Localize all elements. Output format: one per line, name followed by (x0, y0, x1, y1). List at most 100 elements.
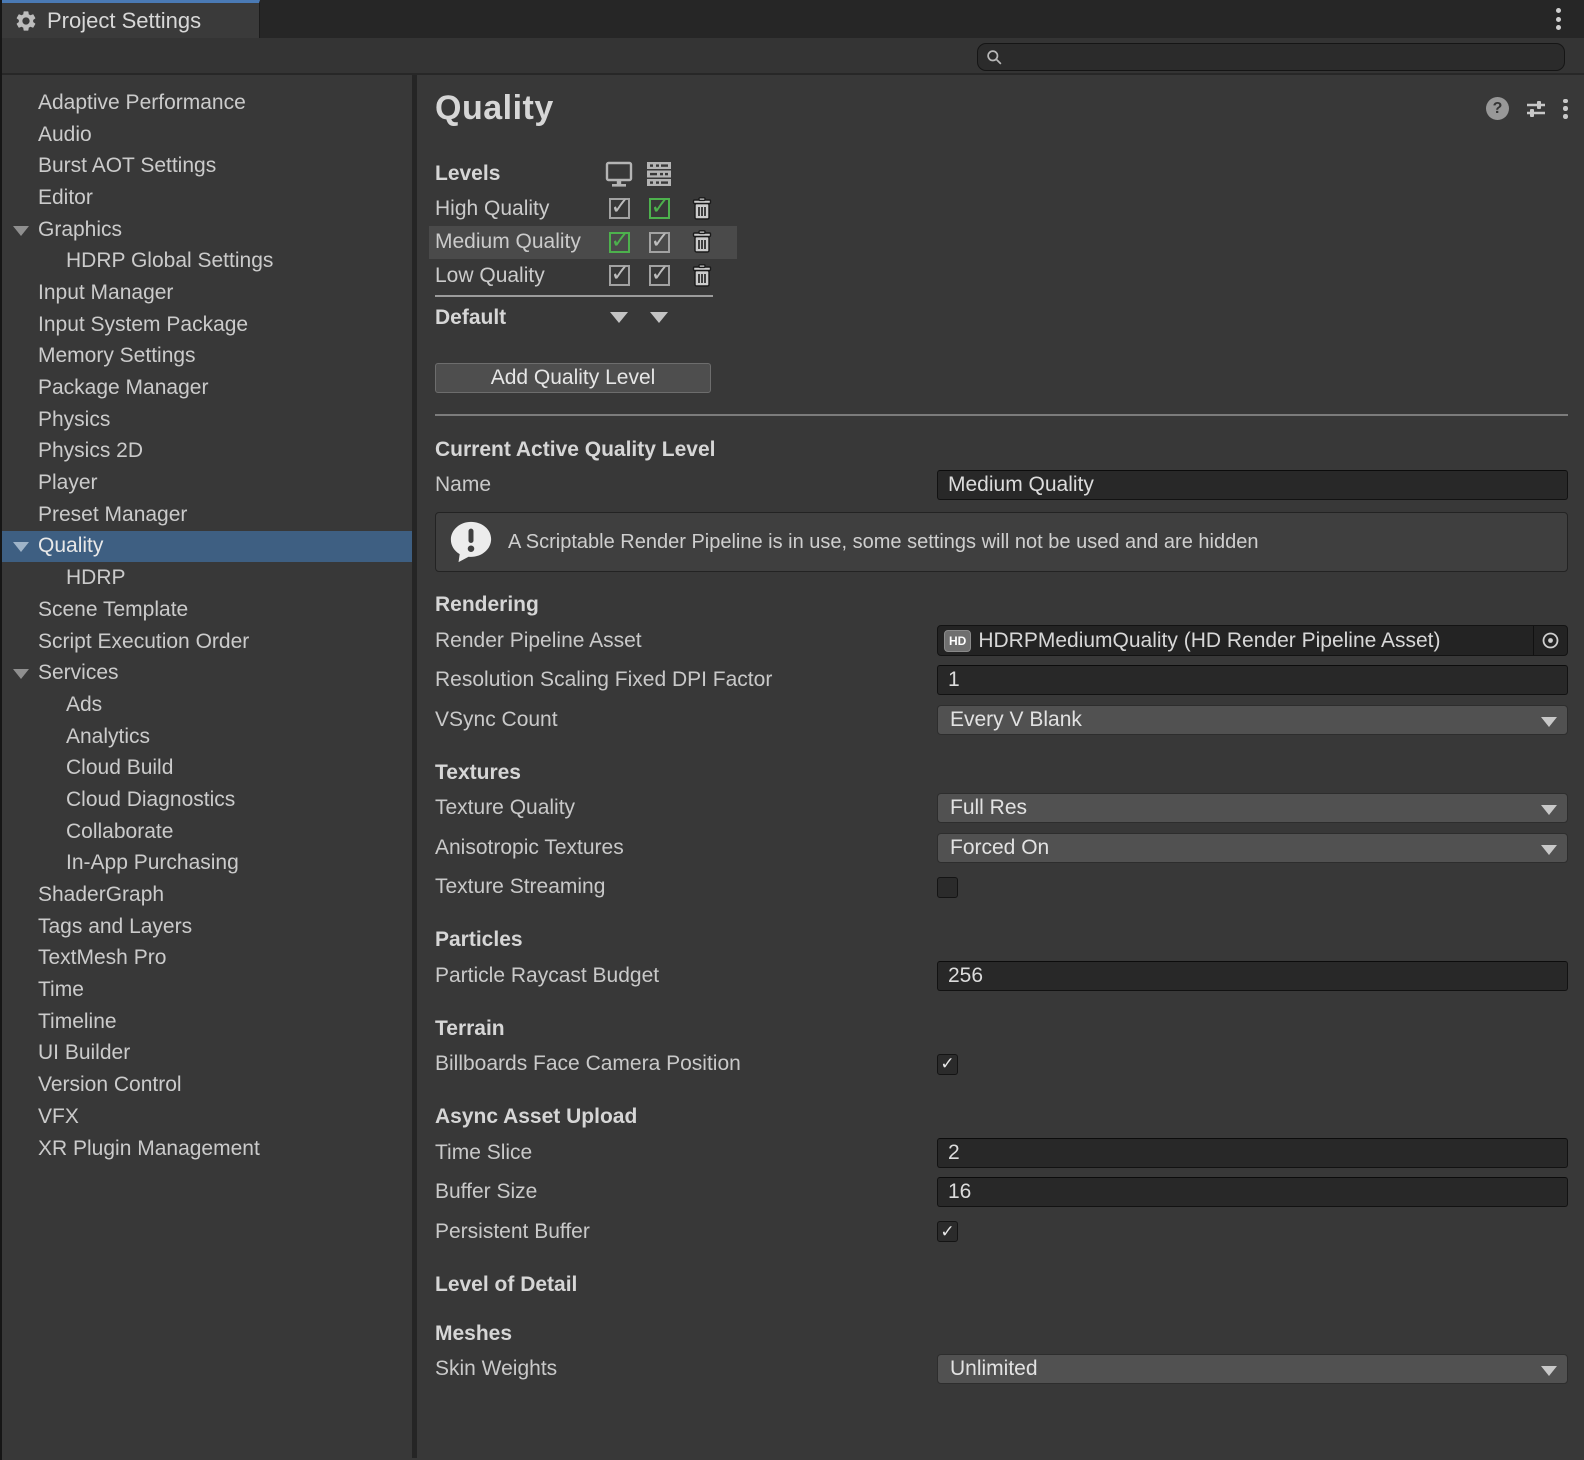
add-quality-level-button[interactable]: Add Quality Level (435, 363, 711, 393)
billboards-face-camera-position-checkbox[interactable] (937, 1054, 958, 1075)
foldout-icon[interactable] (13, 226, 29, 236)
chevron-down-icon[interactable] (610, 312, 628, 323)
sidebar-item-adaptive-performance[interactable]: Adaptive Performance (2, 87, 412, 119)
render-pipeline-asset-object-field[interactable]: HD HDRPMediumQuality (HD Render Pipeline … (937, 625, 1568, 656)
field-label: Particle Raycast Budget (435, 964, 937, 988)
platform-default-checkbox[interactable] (609, 265, 630, 286)
resolution-scaling-fixed-dpi-factor-field[interactable] (937, 665, 1568, 695)
sidebar-item-label: Burst AOT Settings (38, 154, 216, 178)
sidebar-item-analytics[interactable]: Analytics (2, 721, 412, 753)
page-title: Quality (435, 89, 1486, 128)
sidebar-item-physics[interactable]: Physics (2, 404, 412, 436)
foldout-icon[interactable] (13, 669, 29, 679)
warning-bubble-icon (448, 519, 494, 565)
sidebar-item-audio[interactable]: Audio (2, 119, 412, 151)
persistent-buffer-checkbox[interactable] (937, 1221, 958, 1242)
tab-project-settings[interactable]: Project Settings (2, 0, 260, 38)
buffer-size-field[interactable] (937, 1177, 1568, 1207)
setting-row-particle-raycast-budget: Particle Raycast Budget (435, 956, 1568, 996)
sidebar-item-hdrp[interactable]: HDRP (2, 562, 412, 594)
sidebar-item-physics-2d[interactable]: Physics 2D (2, 436, 412, 468)
sidebar-item-collaborate[interactable]: Collaborate (2, 816, 412, 848)
sidebar-item-label: Collaborate (66, 820, 173, 844)
texture-quality-dropdown[interactable]: Full Res (937, 793, 1568, 823)
quality-level-row-low-quality[interactable]: Low Quality (435, 259, 737, 293)
setting-row-resolution-scaling-fixed-dpi-factor: Resolution Scaling Fixed DPI Factor (435, 661, 1568, 701)
sidebar-item-ads[interactable]: Ads (2, 689, 412, 721)
sidebar-item-shadergraph[interactable]: ShaderGraph (2, 879, 412, 911)
sidebar-item-cloud-diagnostics[interactable]: Cloud Diagnostics (2, 784, 412, 816)
dropdown-value: Forced On (950, 836, 1049, 860)
sidebar-item-ui-builder[interactable]: UI Builder (2, 1038, 412, 1070)
field-label: Resolution Scaling Fixed DPI Factor (435, 668, 937, 692)
name-field[interactable] (937, 470, 1568, 500)
trash-icon[interactable] (679, 230, 725, 254)
setting-row-skin-weights: Skin WeightsUnlimited (435, 1350, 1568, 1390)
sidebar-item-editor[interactable]: Editor (2, 182, 412, 214)
platform-default-checkbox[interactable] (649, 198, 670, 219)
panel-menu-icon[interactable] (1563, 99, 1568, 119)
field-label: Time Slice (435, 1141, 937, 1165)
platform-default-checkbox[interactable] (609, 198, 630, 219)
field-label: Texture Streaming (435, 875, 937, 899)
sidebar-item-timeline[interactable]: Timeline (2, 1006, 412, 1038)
object-field-value: HDRPMediumQuality (HD Render Pipeline As… (978, 629, 1533, 653)
particle-raycast-budget-field[interactable] (937, 961, 1568, 991)
tab-title: Project Settings (47, 8, 201, 34)
chevron-down-icon[interactable] (650, 312, 668, 323)
default-label: Default (435, 306, 599, 330)
sidebar-item-vfx[interactable]: VFX (2, 1101, 412, 1133)
search-box[interactable] (977, 43, 1565, 71)
anisotropic-textures-dropdown[interactable]: Forced On (937, 833, 1568, 863)
presets-icon[interactable] (1525, 98, 1547, 120)
sidebar-item-player[interactable]: Player (2, 467, 412, 499)
sidebar-item-hdrp-global-settings[interactable]: HDRP Global Settings (2, 245, 412, 277)
sidebar-item-graphics[interactable]: Graphics (2, 214, 412, 246)
sidebar-item-services[interactable]: Services (2, 657, 412, 689)
sidebar-item-script-execution-order[interactable]: Script Execution Order (2, 626, 412, 658)
sidebar-item-label: Preset Manager (38, 503, 187, 527)
sidebar-item-cloud-build[interactable]: Cloud Build (2, 752, 412, 784)
sidebar-item-input-manager[interactable]: Input Manager (2, 277, 412, 309)
sidebar-item-preset-manager[interactable]: Preset Manager (2, 499, 412, 531)
sidebar-item-tags-and-layers[interactable]: Tags and Layers (2, 911, 412, 943)
field-label: VSync Count (435, 708, 937, 732)
platform-default-checkbox[interactable] (609, 232, 630, 253)
field-label: Skin Weights (435, 1357, 937, 1381)
sidebar-item-label: Audio (38, 123, 92, 147)
platform-default-checkbox[interactable] (649, 265, 670, 286)
sidebar-item-textmesh-pro[interactable]: TextMesh Pro (2, 943, 412, 975)
sidebar-item-burst-aot-settings[interactable]: Burst AOT Settings (2, 150, 412, 182)
quality-level-row-medium-quality[interactable]: Medium Quality (429, 226, 737, 260)
quality-level-row-high-quality[interactable]: High Quality (435, 192, 737, 226)
sidebar-item-version-control[interactable]: Version Control (2, 1069, 412, 1101)
hd-asset-icon: HD (944, 630, 971, 652)
platform-default-checkbox[interactable] (649, 232, 670, 253)
toolbar (2, 38, 1584, 75)
time-slice-field[interactable] (937, 1138, 1568, 1168)
sidebar-item-quality[interactable]: Quality (2, 531, 412, 563)
sidebar-item-scene-template[interactable]: Scene Template (2, 594, 412, 626)
object-picker-icon[interactable] (1533, 626, 1567, 655)
sidebar-item-label: VFX (38, 1105, 79, 1129)
sidebar-item-package-manager[interactable]: Package Manager (2, 372, 412, 404)
search-input[interactable] (1009, 46, 1564, 68)
help-icon[interactable]: ? (1486, 97, 1509, 120)
setting-row-persistent-buffer: Persistent Buffer (435, 1212, 1568, 1252)
foldout-icon[interactable] (13, 542, 29, 552)
sidebar-item-label: ShaderGraph (38, 883, 164, 907)
vsync-count-dropdown[interactable]: Every V Blank (937, 705, 1568, 735)
sidebar-item-time[interactable]: Time (2, 974, 412, 1006)
sidebar-item-memory-settings[interactable]: Memory Settings (2, 341, 412, 373)
section-divider (435, 414, 1568, 416)
texture-streaming-checkbox[interactable] (937, 877, 958, 898)
sidebar-item-xr-plugin-management[interactable]: XR Plugin Management (2, 1133, 412, 1165)
field-label: Billboards Face Camera Position (435, 1052, 937, 1076)
trash-icon[interactable] (679, 264, 725, 288)
trash-icon[interactable] (679, 197, 725, 221)
skin-weights-dropdown[interactable]: Unlimited (937, 1354, 1568, 1384)
sidebar-item-input-system-package[interactable]: Input System Package (2, 309, 412, 341)
window-menu-icon[interactable] (1556, 8, 1562, 30)
section-header-particles: Particles (435, 924, 1568, 956)
sidebar-item-in-app-purchasing[interactable]: In-App Purchasing (2, 848, 412, 880)
